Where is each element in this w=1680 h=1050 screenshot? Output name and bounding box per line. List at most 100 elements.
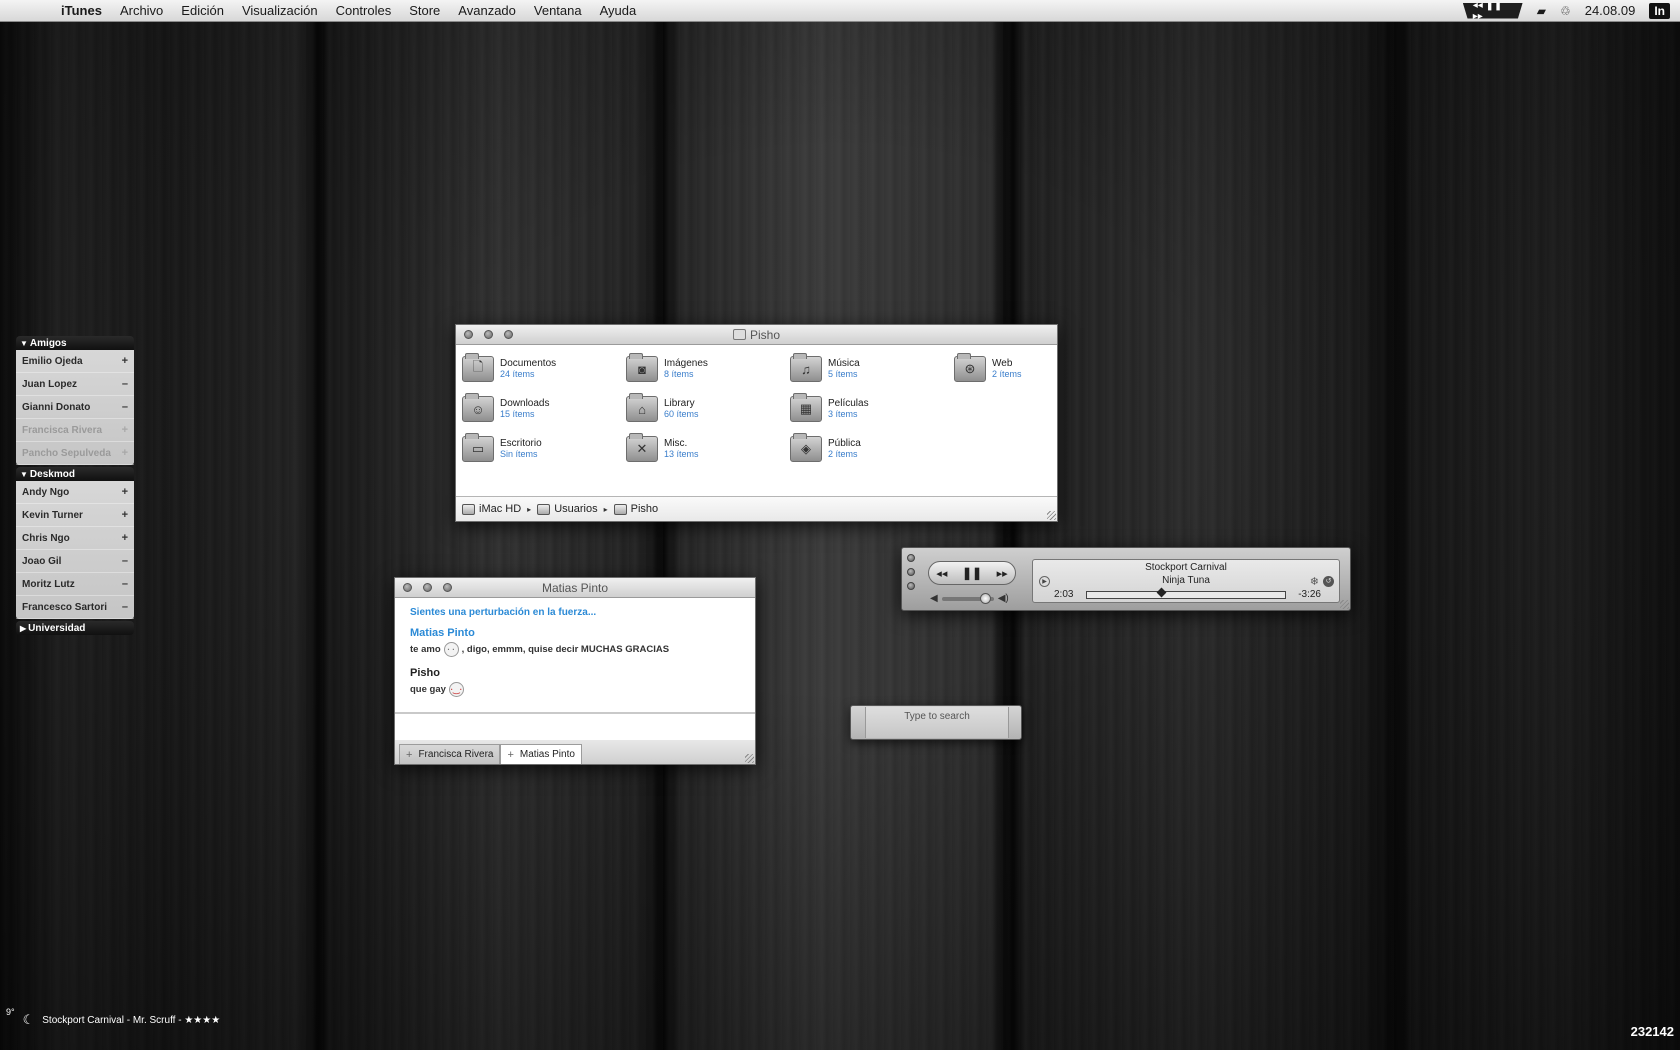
menu-itunes[interactable]: iTunes xyxy=(52,3,111,18)
tools-icon: ✕ xyxy=(626,433,658,462)
volume-knob[interactable] xyxy=(979,592,991,604)
menu-ventana[interactable]: Ventana xyxy=(525,3,591,18)
progress-bar[interactable] xyxy=(1086,587,1286,599)
menu-ayuda[interactable]: Ayuda xyxy=(591,3,646,18)
chat-window: Matias Pinto Sientes una perturbación en… xyxy=(394,577,756,765)
buddy-row[interactable]: Andy Ngo + xyxy=(16,481,134,504)
buddy-name: Kevin Turner xyxy=(22,509,83,521)
folder-item-peliculas[interactable]: ▦ Películas 3 ítems xyxy=(790,392,954,426)
recycle-icon[interactable]: ♲ xyxy=(1560,4,1571,18)
buddy-row[interactable]: Emilio Ojeda + xyxy=(16,350,134,373)
menubar-date[interactable]: 24.08.09 xyxy=(1585,3,1636,18)
folder-item-web[interactable]: ⊛ Web 2 ítems xyxy=(954,352,1052,386)
return-icon[interactable]: ↺ xyxy=(1323,576,1334,587)
folder-name: Películas xyxy=(828,398,869,409)
zoom-button[interactable] xyxy=(504,330,513,339)
folder-count: 60 ítems xyxy=(664,409,699,419)
buddy-row[interactable]: Francesco Sartori – xyxy=(16,596,134,619)
folder-count: 8 ítems xyxy=(664,369,694,379)
disclosure-open-icon[interactable]: ▼ xyxy=(20,470,28,479)
folder-item-escritorio[interactable]: ▭ Escritorio Sin ítems xyxy=(462,432,626,466)
menu-avanzado[interactable]: Avanzado xyxy=(449,3,525,18)
menu-store[interactable]: Store xyxy=(400,3,449,18)
menu-archivo[interactable]: Archivo xyxy=(111,3,172,18)
path-crumb-imac-hd[interactable]: iMac HD xyxy=(462,503,521,515)
close-button[interactable] xyxy=(907,554,915,562)
input-menu-icon[interactable]: In xyxy=(1649,2,1670,19)
desktop-icon: ▭ xyxy=(462,433,494,462)
folder-name: Documentos xyxy=(500,358,557,369)
buddy-row[interactable]: Joao Gil – xyxy=(16,550,134,573)
resize-grip-icon[interactable] xyxy=(1340,600,1349,609)
zoom-button[interactable] xyxy=(907,582,915,590)
volume-control: ◀ ◀) xyxy=(930,592,1009,604)
tab-francisca-rivera[interactable]: + Francisca Rivera xyxy=(399,744,501,764)
menu-edicion[interactable]: Edición xyxy=(172,3,233,18)
menu-controles[interactable]: Controles xyxy=(327,3,401,18)
path-bar: iMac HD ▸ Usuarios ▸ Pisho xyxy=(456,496,1057,521)
group-header-deskmod[interactable]: ▼ Deskmod xyxy=(16,467,134,481)
disclosure-closed-icon[interactable]: ▶ xyxy=(20,624,26,633)
menubar-media-controls[interactable]: ◂◂ ❚❚ ▸▸ xyxy=(1462,2,1523,19)
resize-grip-icon[interactable] xyxy=(745,754,754,763)
message-input[interactable] xyxy=(395,712,755,741)
home-folder-icon xyxy=(732,329,746,340)
close-button[interactable] xyxy=(403,583,412,592)
pause-button[interactable]: ❚❚ xyxy=(962,566,982,580)
song-artist: Ninja Tuna xyxy=(1162,575,1210,586)
minimize-button[interactable] xyxy=(907,568,915,576)
disclosure-open-icon[interactable]: ▼ xyxy=(20,339,28,348)
playhead[interactable] xyxy=(1156,587,1167,598)
home-folder-icon xyxy=(613,503,627,515)
folder-item-documentos[interactable]: 🗋 Documentos 24 ítems xyxy=(462,352,626,386)
counter-readout: 232142 xyxy=(1630,1024,1674,1039)
buddy-row[interactable]: Gianni Donato – xyxy=(16,396,134,419)
resize-grip-icon[interactable] xyxy=(1047,511,1056,520)
volume-high-icon: ◀) xyxy=(997,593,1009,604)
buddy-row[interactable]: Pancho Sepulveda + xyxy=(16,442,134,465)
visualizer-icon[interactable]: ❄ xyxy=(1310,575,1319,588)
volume-slider[interactable] xyxy=(941,592,994,604)
status-icon: + xyxy=(121,509,128,521)
chat-titlebar[interactable]: Matias Pinto xyxy=(395,578,755,598)
finder-titlebar[interactable]: Pisho xyxy=(456,325,1057,345)
buddy-row[interactable]: Juan Lopez – xyxy=(16,373,134,396)
picture-icon[interactable]: ▰ xyxy=(1537,4,1546,18)
folder-count: 15 ítems xyxy=(500,409,535,419)
zoom-button[interactable] xyxy=(443,583,452,592)
buddy-row[interactable]: Chris Ngo + xyxy=(16,527,134,550)
next-track-button[interactable]: ▸▸ xyxy=(997,567,1008,580)
status-icon: + xyxy=(121,486,128,498)
group-header-amigos[interactable]: ▼ Amigos xyxy=(16,336,134,350)
status-icon: – xyxy=(121,555,128,567)
group-header-universidad[interactable]: ▶ Universidad xyxy=(16,621,134,635)
compass-icon: ⊛ xyxy=(954,353,986,382)
minimize-button[interactable] xyxy=(423,583,432,592)
tab-matias-pinto[interactable]: + Matias Pinto xyxy=(500,744,582,764)
menu-visualizacion[interactable]: Visualización xyxy=(233,3,327,18)
previous-track-button[interactable]: ◂◂ xyxy=(936,567,947,580)
close-button[interactable] xyxy=(464,330,473,339)
folder-name: Downloads xyxy=(500,398,550,409)
folder-item-misc[interactable]: ✕ Misc. 13 ítems xyxy=(626,432,790,466)
buddy-row[interactable]: Kevin Turner + xyxy=(16,504,134,527)
path-crumb-usuarios[interactable]: Usuarios xyxy=(537,503,598,515)
folder-item-publica[interactable]: ◈ Pública 2 ítems xyxy=(790,432,954,466)
buddy-name: Joao Gil xyxy=(22,555,62,567)
folder-item-musica[interactable]: ♫ Música 5 ítems xyxy=(790,352,954,386)
tab-close-icon[interactable]: + xyxy=(507,749,513,761)
folder-item-library[interactable]: ⌂ Library 60 ítems xyxy=(626,392,790,426)
library-icon: ⌂ xyxy=(626,393,658,422)
folder-item-imagenes[interactable]: ◙ Imágenes 8 ítems xyxy=(626,352,790,386)
crumb-label: Pisho xyxy=(630,503,659,515)
buddy-row[interactable]: Moritz Lutz – xyxy=(16,573,134,596)
path-crumb-pisho[interactable]: Pisho xyxy=(613,503,659,515)
remaining-time: -3:26 xyxy=(1298,589,1321,600)
group-deskmod: ▼ Deskmod Andy Ngo + Kevin Turner + Chris … xyxy=(16,467,134,619)
buddy-row[interactable]: Francisca Rivera + xyxy=(16,419,134,442)
search-input[interactable] xyxy=(865,707,1009,738)
status-icon: – xyxy=(121,378,128,390)
folder-item-downloads[interactable]: ☺ Downloads 15 ítems xyxy=(462,392,626,426)
tab-close-icon[interactable]: + xyxy=(406,749,412,761)
minimize-button[interactable] xyxy=(484,330,493,339)
